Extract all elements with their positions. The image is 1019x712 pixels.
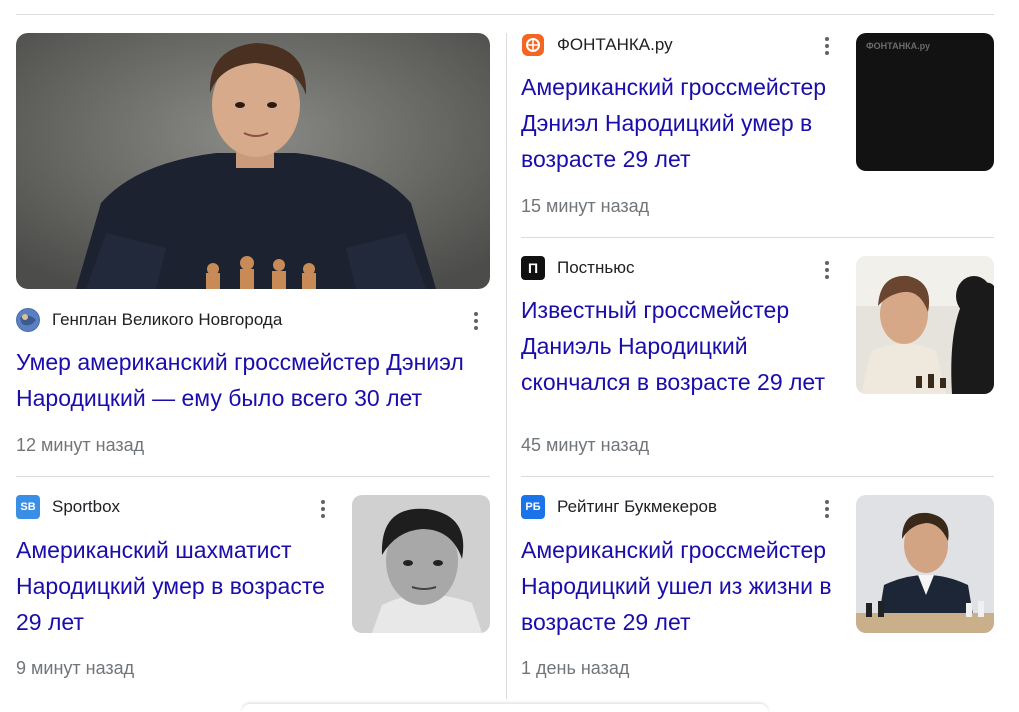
headline[interactable]: Американский гроссмейстер Дэниэл Народиц… <box>521 69 851 177</box>
source-name: ФОНТАНКА.ру <box>557 35 673 54</box>
more-options-icon[interactable] <box>464 309 488 333</box>
timestamp: 15 минут назад <box>521 196 650 216</box>
thumbnail-image[interactable] <box>856 256 994 394</box>
thumbnail-image[interactable] <box>856 495 994 633</box>
headline[interactable]: Умер американский гроссмейстер Дэниэл На… <box>16 344 490 416</box>
rb-logo: РБ <box>521 495 545 519</box>
headline[interactable]: Американский шахматист Народицкий умер в… <box>16 532 326 640</box>
thumbnail-logo-text: ФОНТАНКА.ру <box>866 41 930 51</box>
news-card[interactable]: П Постньюс Известный гроссмейстер Даниэл… <box>507 238 1019 476</box>
news-card[interactable]: РБ Рейтинг Букмекеров Американский гросс… <box>507 477 1019 708</box>
source-row: ФОНТАНКА.ру <box>521 33 673 57</box>
more-options-icon[interactable] <box>815 258 839 282</box>
thumbnail-image[interactable] <box>352 495 490 633</box>
more-news-bar[interactable] <box>242 704 768 712</box>
news-card[interactable]: SB Sportbox Американский шахматист Народ… <box>0 477 506 708</box>
source-name: Рейтинг Букмекеров <box>557 497 718 516</box>
source-row: SB Sportbox <box>16 495 120 519</box>
source-row: РБ Рейтинг Букмекеров <box>521 495 717 519</box>
news-card-hero[interactable]: Генплан Великого Новгорода Умер американ… <box>0 0 506 476</box>
more-options-icon[interactable] <box>311 497 335 521</box>
sportbox-logo: SB <box>16 495 40 519</box>
source-row: П Постньюс <box>521 256 634 280</box>
timestamp: 12 минут назад <box>16 435 145 455</box>
logo-text: РБ <box>525 501 541 513</box>
source-name: Постньюс <box>557 258 635 277</box>
timestamp: 9 минут назад <box>16 658 135 678</box>
timestamp: 1 день назад <box>521 658 630 678</box>
fontanka-logo <box>521 33 545 57</box>
globe-icon <box>16 308 40 332</box>
more-options-icon[interactable] <box>815 34 839 58</box>
more-options-icon[interactable] <box>815 497 839 521</box>
logo-text: П <box>527 260 539 276</box>
hero-image[interactable] <box>16 33 490 289</box>
source-name: Генплан Великого Новгорода <box>52 310 283 329</box>
source-name: Sportbox <box>52 497 121 516</box>
headline[interactable]: Американский гроссмейстер Народицкий уше… <box>521 532 851 640</box>
thumbnail-image[interactable]: ФОНТАНКА.ру <box>856 33 994 171</box>
postnews-logo: П <box>521 256 545 280</box>
logo-text: SB <box>20 501 36 513</box>
headline[interactable]: Известный гроссмейстер Даниэль Народицки… <box>521 292 851 400</box>
source-row: Генплан Великого Новгорода <box>16 308 282 332</box>
timestamp: 45 минут назад <box>521 435 650 455</box>
news-card[interactable]: ФОНТАНКА.ру Американский гроссмейстер Дэ… <box>507 0 1019 237</box>
